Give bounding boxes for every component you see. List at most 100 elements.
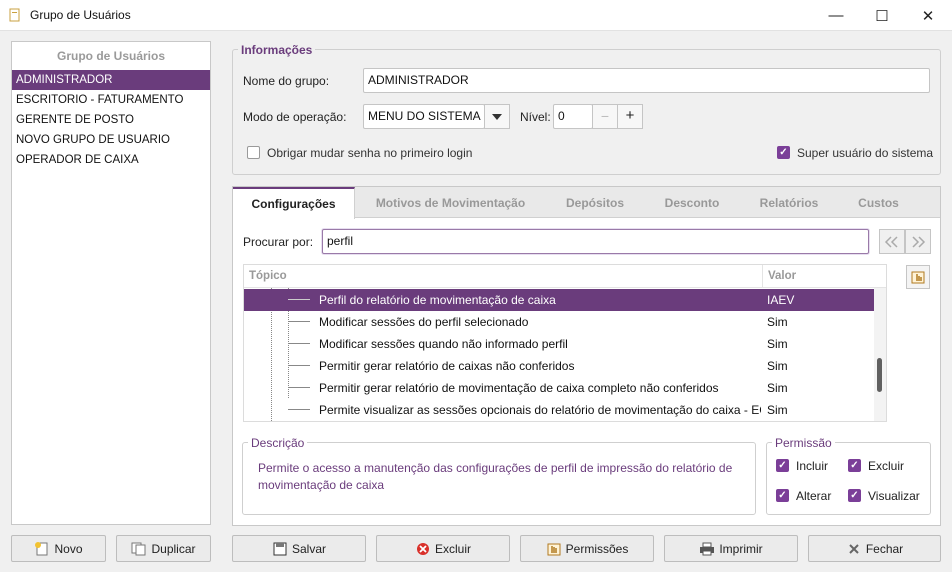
force-password-checkbox[interactable] [247,146,260,159]
search-previous-button[interactable] [879,229,905,254]
duplicate-icon [131,542,146,555]
mode-select[interactable]: MENU DO SISTEMA [363,104,485,129]
include-checkbox[interactable]: ✓ [776,459,789,472]
grid-row[interactable]: Modificar sessões do perfil selecionado S… [244,311,886,333]
header-divider [762,265,763,288]
minus-icon: − [600,108,610,124]
tree-branch [288,365,310,366]
grid-cell-value: Sim [767,403,788,417]
tree-branch [288,409,310,410]
minimize-button[interactable]: — [813,0,859,31]
grid-cell-value: Sim [767,359,788,373]
new-button[interactable]: Novo [11,535,106,562]
group-list-item[interactable]: ESCRITORIO - FATURAMENTO [12,90,210,110]
tree-branch [288,299,310,300]
print-button[interactable]: Imprimir [664,535,798,562]
duplicate-button[interactable]: Duplicar [116,535,211,562]
grid-cell-value: Sim [767,315,788,329]
level-label: Nível: [520,110,551,124]
check-icon: ✓ [850,460,859,471]
group-list-panel: Grupo de Usuários ADMINISTRADOR ESCRITOR… [11,41,211,525]
grid-row[interactable]: Permite visualizar as sessões opcionais … [244,399,886,421]
grid-cell-topic: Modificar sessões quando não informado p… [319,337,568,351]
group-list-item[interactable]: OPERADOR DE CAIXA [12,150,210,170]
grid-cell-topic: Permitir gerar relatório de movimentação… [319,381,719,395]
tab-depositos[interactable]: Depósitos [551,187,639,218]
hand-pointer-icon [911,271,925,284]
grid-row[interactable]: Modificar sessões quando não informado p… [244,333,886,355]
grid-row[interactable]: Permitir gerar relatório de movimentação… [244,377,886,399]
hand-icon [547,543,561,555]
grid-cell-value: Sim [767,381,788,395]
search-next-button[interactable] [905,229,931,254]
close-icon: ✕ [921,7,935,25]
change-checkbox[interactable]: ✓ [776,489,789,502]
super-user-checkbox[interactable]: ✓ [777,146,790,159]
printer-icon [700,542,715,555]
grid-row[interactable]: Perfil do relatório de movimentação de c… [244,289,886,311]
close-button[interactable]: ✕ [905,0,951,31]
new-button-label: Novo [54,541,83,556]
mode-label: Modo de operação: [243,110,347,124]
tab-configuracoes[interactable]: Configurações [233,187,355,219]
permissions-button[interactable]: Permissões [520,535,654,562]
group-list-item[interactable]: GERENTE DE POSTO [12,110,210,130]
grid-cell-topic: Modificar sessões do perfil selecionado [319,315,529,329]
tab-motivos-movimentacao[interactable]: Motivos de Movimentação [363,187,538,218]
grid-header-topic: Tópico [249,270,287,282]
save-icon [273,542,287,555]
grid-row[interactable]: Permitir gerar relatório de caixas não c… [244,355,886,377]
delete-button[interactable]: Excluir [376,535,510,562]
check-icon: ✓ [778,460,787,471]
level-input[interactable]: 0 [553,104,593,129]
group-name-field[interactable]: ADMINISTRADOR [363,68,930,93]
mode-dropdown-button[interactable] [484,104,510,129]
grid-cell-topic: Permitir gerar relatório de caixas não c… [319,359,575,373]
group-list-item[interactable]: NOVO GRUPO DE USUARIO [12,130,210,150]
check-icon: ✓ [779,147,788,158]
group-list-header: Grupo de Usuários [56,49,166,63]
chevron-down-icon [492,113,502,120]
maximize-icon: ☐ [875,7,889,25]
config-grid: Tópico Valor Perfil do relatório de movi… [243,264,887,422]
group-list-item[interactable]: ADMINISTRADOR [12,70,210,90]
description-text: Permite o acesso a manutenção das config… [258,461,733,492]
double-chevron-right-icon [912,235,926,248]
tab-relatorios[interactable]: Relatórios [745,187,833,218]
group-name-label: Nome do grupo: [243,74,330,88]
print-button-label: Imprimir [719,541,763,556]
grid-cell-value: Sim [767,337,788,351]
delete-icon [416,542,429,555]
delete-checkbox[interactable]: ✓ [848,459,861,472]
level-decrement-button[interactable]: − [592,104,618,129]
view-label: Visualizar [868,489,920,503]
grid-scrollbar[interactable] [874,288,886,421]
tree-branch [288,387,310,388]
minimize-icon: — [828,7,844,24]
new-document-icon [35,541,48,555]
check-icon: ✓ [778,490,787,501]
check-icon: ✓ [850,490,859,501]
permission-group [766,442,931,515]
tab-desconto[interactable]: Desconto [648,187,736,218]
view-checkbox[interactable]: ✓ [848,489,861,502]
include-label: Incluir [796,459,829,473]
save-button[interactable]: Salvar [232,535,366,562]
grid-cell-topic: Permite visualizar as sessões opcionais … [319,403,761,417]
close-dialog-button[interactable]: Fechar [808,535,941,562]
scrollbar-thumb[interactable] [877,358,882,392]
info-legend: Informações [238,43,316,57]
grid-action-button[interactable] [906,265,930,289]
search-input[interactable]: perfil [322,229,869,254]
app-icon [9,8,20,22]
tab-custos[interactable]: Custos [841,187,916,218]
grid-header-value: Valor [768,270,797,282]
window-title: Grupo de Usuários [30,8,131,22]
maximize-button[interactable]: ☐ [859,0,905,31]
tree-branch [288,321,310,322]
plus-icon: + [625,107,635,124]
delete-label: Excluir [868,459,905,473]
title-bar: Grupo de Usuários — ☐ ✕ [0,0,952,31]
level-increment-button[interactable]: + [617,104,643,129]
delete-button-label: Excluir [434,541,471,556]
